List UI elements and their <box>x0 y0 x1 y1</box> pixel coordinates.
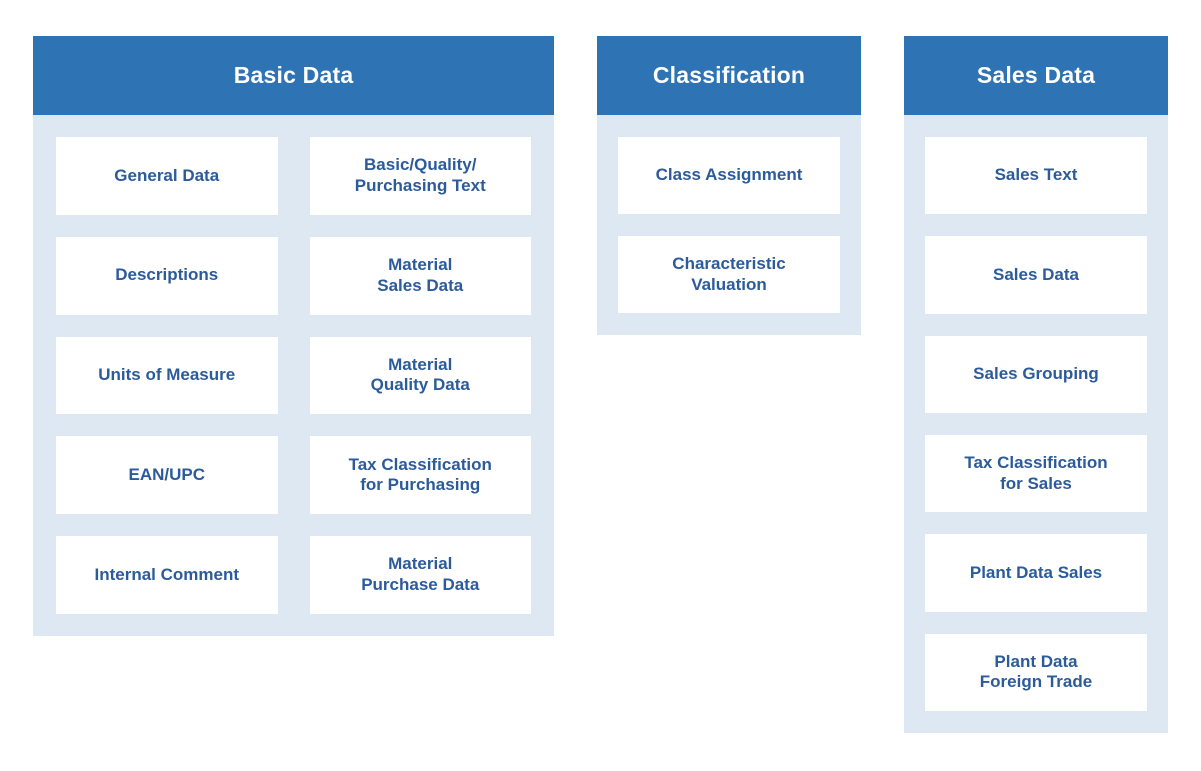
panel-basic-data-column-1: General Data Descriptions Units of Measu… <box>56 137 278 614</box>
panel-basic-data-title: Basic Data <box>33 36 554 115</box>
panel-sales-data: Sales Data Sales Text Sales Data Sales G… <box>904 36 1168 733</box>
panel-sales-data-title: Sales Data <box>904 36 1168 115</box>
panel-classification-column-1: Class Assignment Characteristic Valuatio… <box>618 137 840 313</box>
card-general-data[interactable]: General Data <box>56 137 278 215</box>
card-material-quality-data[interactable]: Material Quality Data <box>309 336 531 415</box>
card-tax-classification-for-sales[interactable]: Tax Classification for Sales <box>925 434 1147 513</box>
panel-basic-data-body: General Data Descriptions Units of Measu… <box>33 115 554 636</box>
card-internal-comment[interactable]: Internal Comment <box>56 536 278 614</box>
card-sales-data[interactable]: Sales Data <box>925 236 1147 314</box>
panel-basic-data: Basic Data General Data Descriptions Uni… <box>33 36 554 636</box>
card-ean-upc[interactable]: EAN/UPC <box>56 436 278 515</box>
card-material-sales-data[interactable]: Material Sales Data <box>309 236 531 315</box>
diagram-canvas: Basic Data General Data Descriptions Uni… <box>0 0 1201 771</box>
panel-basic-data-column-2: Basic/Quality/ Purchasing Text Material … <box>309 137 531 614</box>
card-units-of-measure[interactable]: Units of Measure <box>56 336 278 415</box>
card-class-assignment[interactable]: Class Assignment <box>618 137 840 214</box>
panel-classification-title: Classification <box>597 36 861 115</box>
panel-sales-data-column-1: Sales Text Sales Data Sales Grouping Tax… <box>925 137 1147 711</box>
card-sales-grouping[interactable]: Sales Grouping <box>925 335 1147 413</box>
card-material-purchase-data[interactable]: Material Purchase Data <box>309 536 531 614</box>
card-sales-text[interactable]: Sales Text <box>925 137 1147 215</box>
card-plant-data-foreign-trade[interactable]: Plant Data Foreign Trade <box>925 633 1147 711</box>
card-descriptions[interactable]: Descriptions <box>56 236 278 315</box>
card-basic-quality-purchasing-text[interactable]: Basic/Quality/ Purchasing Text <box>309 137 531 215</box>
panel-sales-data-body: Sales Text Sales Data Sales Grouping Tax… <box>904 115 1168 733</box>
panel-classification: Classification Class Assignment Characte… <box>597 36 861 335</box>
card-plant-data-sales[interactable]: Plant Data Sales <box>925 534 1147 612</box>
card-tax-classification-for-purchasing[interactable]: Tax Classification for Purchasing <box>309 436 531 515</box>
card-characteristic-valuation[interactable]: Characteristic Valuation <box>618 236 840 313</box>
panel-classification-body: Class Assignment Characteristic Valuatio… <box>597 115 861 335</box>
